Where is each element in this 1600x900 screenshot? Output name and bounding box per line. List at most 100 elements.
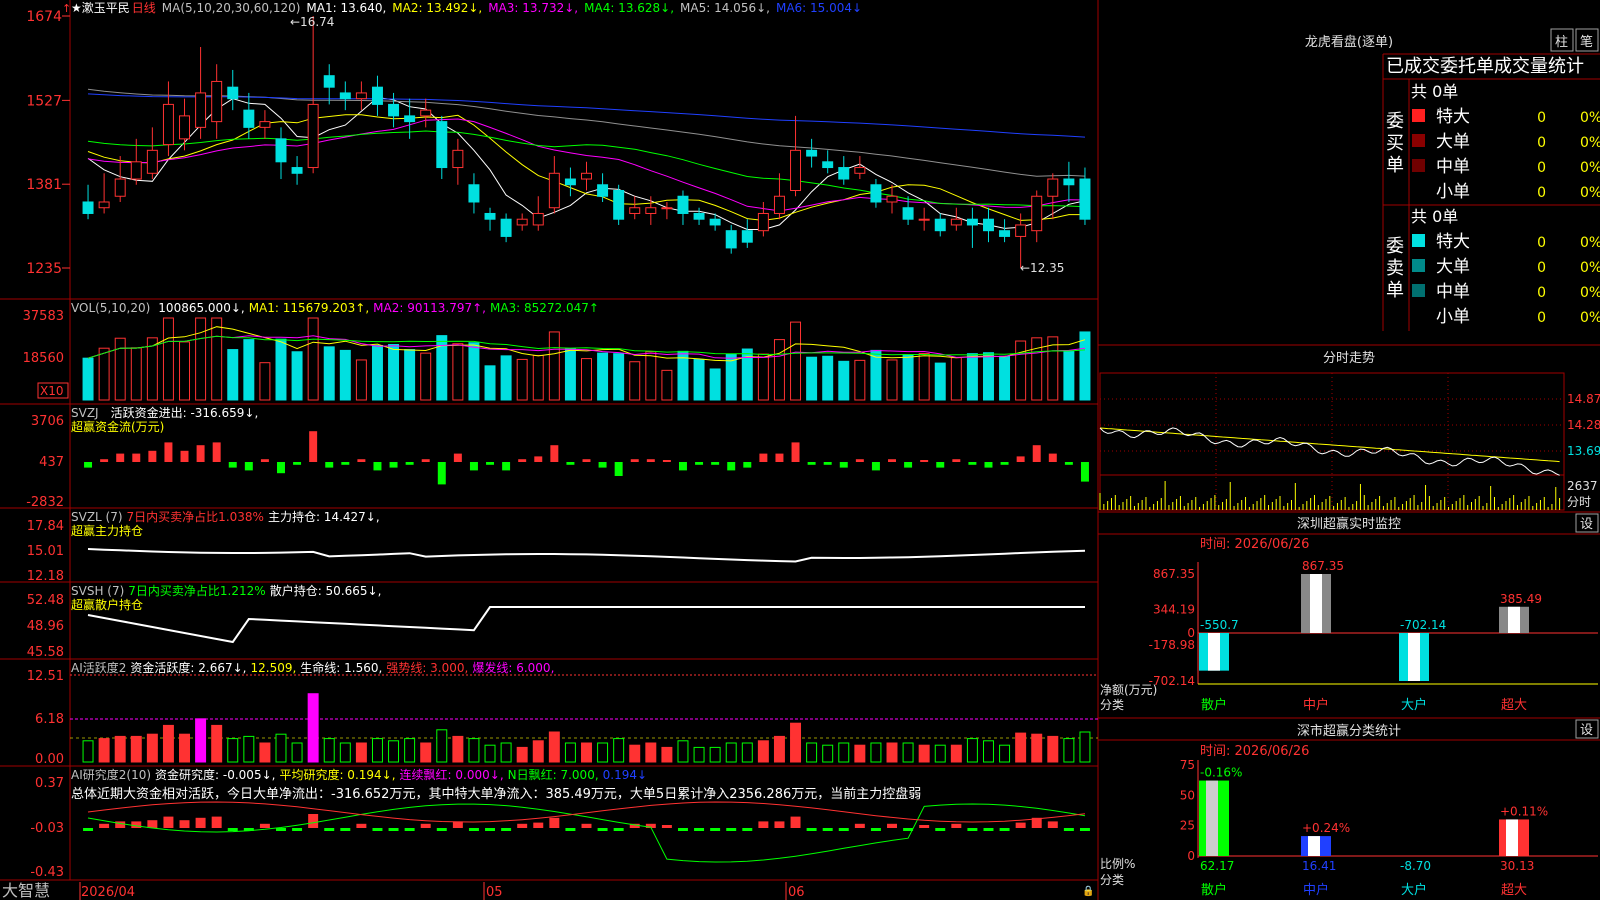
svzj-bar <box>244 462 253 471</box>
research-bar <box>404 828 415 831</box>
research-bar <box>99 823 110 828</box>
svzj-bar <box>646 459 655 462</box>
svzj-tick: -2832 <box>26 495 64 510</box>
ai-active-bar <box>870 742 882 763</box>
ai-active-bar <box>339 742 351 763</box>
svzj-bar <box>228 462 237 468</box>
volume-bar <box>114 337 126 401</box>
lock-icon[interactable]: 🔒 <box>1082 885 1094 897</box>
ai-active-bar <box>822 744 834 763</box>
price-tick-label: 1674 <box>26 9 62 25</box>
ai-active-bar <box>645 742 657 763</box>
intraday-tick: 14.87 <box>1567 392 1600 406</box>
volume-bar <box>902 353 914 401</box>
candle-body <box>902 207 914 220</box>
ai-active-bar <box>1063 738 1075 763</box>
ai-active-bar <box>934 744 946 763</box>
candle-body <box>1079 178 1091 220</box>
volume-panel[interactable]: VOL(5,10,20) 100865.000↓, MA1: 115679.203↑… <box>23 301 1091 401</box>
svzj-bar <box>309 431 318 462</box>
ai-active-header: AI活跃度2 资金活跃度: 2.667↓, 12.509, 生命线: 1.560, 强势… <box>71 660 554 675</box>
volume-bar <box>162 317 174 401</box>
candle-body <box>323 75 335 88</box>
ai-active-bar <box>162 724 174 763</box>
svzj-bar <box>1048 453 1057 462</box>
monitor-value-label: -550.7 <box>1200 618 1239 632</box>
volume-bar <box>468 342 480 401</box>
candle-body <box>806 149 818 157</box>
svzj-bar <box>839 462 848 468</box>
volume-bar <box>355 359 367 401</box>
row-count: 0 <box>1537 260 1546 276</box>
ai-active-bar <box>629 744 641 763</box>
candle-body <box>950 218 962 226</box>
candlesticks[interactable] <box>82 16 1091 268</box>
svzj-panel[interactable]: SVZJ 活跃资金进出: -316.659↓, 超赢资金流(万元) 3706 43… <box>26 405 1089 510</box>
candle-body <box>693 212 705 220</box>
svzj-bar <box>421 459 430 462</box>
svzj-bar <box>759 453 768 462</box>
svzj-bar <box>405 462 414 465</box>
ai-active-bar <box>950 744 962 763</box>
svzj-bar <box>357 459 366 462</box>
volume-bar <box>999 355 1011 401</box>
candle-body <box>934 218 946 232</box>
ai-active-panel[interactable]: AI活跃度2 资金活跃度: 2.667↓, 12.509, 生命线: 1.560, 强势… <box>27 660 1098 767</box>
candle-body <box>420 109 432 117</box>
buy-side-label: 委买单 <box>1386 111 1404 176</box>
svzj-bar <box>534 456 543 462</box>
class-delta-label: +0.11% <box>1500 804 1548 818</box>
svzj-bar <box>775 453 784 462</box>
svzj-bar <box>148 450 157 462</box>
intraday-title: 分时走势 <box>1323 350 1375 366</box>
research-bar <box>983 828 994 831</box>
ai-active-bar <box>323 738 335 763</box>
ai-active-bar <box>1079 731 1091 763</box>
candle-body <box>468 184 480 203</box>
research-bar <box>838 828 849 831</box>
intraday-vol: 2637 <box>1567 479 1598 493</box>
volume-bar <box>82 357 94 401</box>
research-bars <box>83 801 1090 863</box>
ai-active-bar <box>243 735 255 763</box>
volume-bar <box>243 339 255 401</box>
research-bar <box>967 828 978 831</box>
svzj-bar <box>984 462 993 468</box>
research-bar <box>420 823 431 828</box>
volume-bar <box>275 338 287 401</box>
legend-swatch <box>1412 259 1425 272</box>
ai-active-bar <box>388 740 400 763</box>
svzj-bar <box>180 450 189 462</box>
row-pct: 0% <box>1580 160 1600 176</box>
svzj-bar <box>453 453 462 462</box>
volume-bar <box>307 317 319 401</box>
svzj-tick: 437 <box>39 455 64 470</box>
ai-research-panel[interactable]: AI研究度2(10) 资金研究度: -0.005↓, 平均研究度: 0.194↓, 连… <box>30 767 1090 880</box>
svzj-bar <box>1064 462 1073 465</box>
candle-body <box>307 103 319 169</box>
ma-lines <box>87 88 1086 230</box>
research-bar <box>195 817 206 828</box>
research-bar <box>276 828 286 831</box>
class-category: 大户 <box>1401 882 1427 898</box>
svzj-bar <box>662 460 671 462</box>
ai-active-bar <box>854 744 866 763</box>
intraday-chart[interactable] <box>1099 372 1565 511</box>
research-bar <box>340 828 351 831</box>
svzl-tick: 17.84 <box>27 519 64 534</box>
svzj-bar <box>727 462 736 471</box>
candle-body <box>741 230 753 243</box>
svzj-bar <box>1032 445 1041 462</box>
research-bar <box>790 816 801 828</box>
volume-bar <box>806 356 818 401</box>
research-bar <box>887 823 897 828</box>
svzl-panel[interactable]: SVZL (7) 7日内买卖净占比1.038% 主力持仓: 14.427↓, 超赢主… <box>27 509 1086 584</box>
row-name: 大单 <box>1436 132 1470 152</box>
ai-active-bar <box>613 738 625 763</box>
svzj-bar <box>871 462 880 471</box>
svsh-panel[interactable]: SVSH (7) 7日内买卖净占比1.212% 散户持仓: 50.665↓, 超赢散… <box>27 583 1085 660</box>
ai-active-bar <box>918 744 930 763</box>
candle-body <box>966 218 978 226</box>
class-delta-label: -0.16% <box>1200 766 1242 780</box>
svsh-tick: 45.58 <box>27 645 64 660</box>
